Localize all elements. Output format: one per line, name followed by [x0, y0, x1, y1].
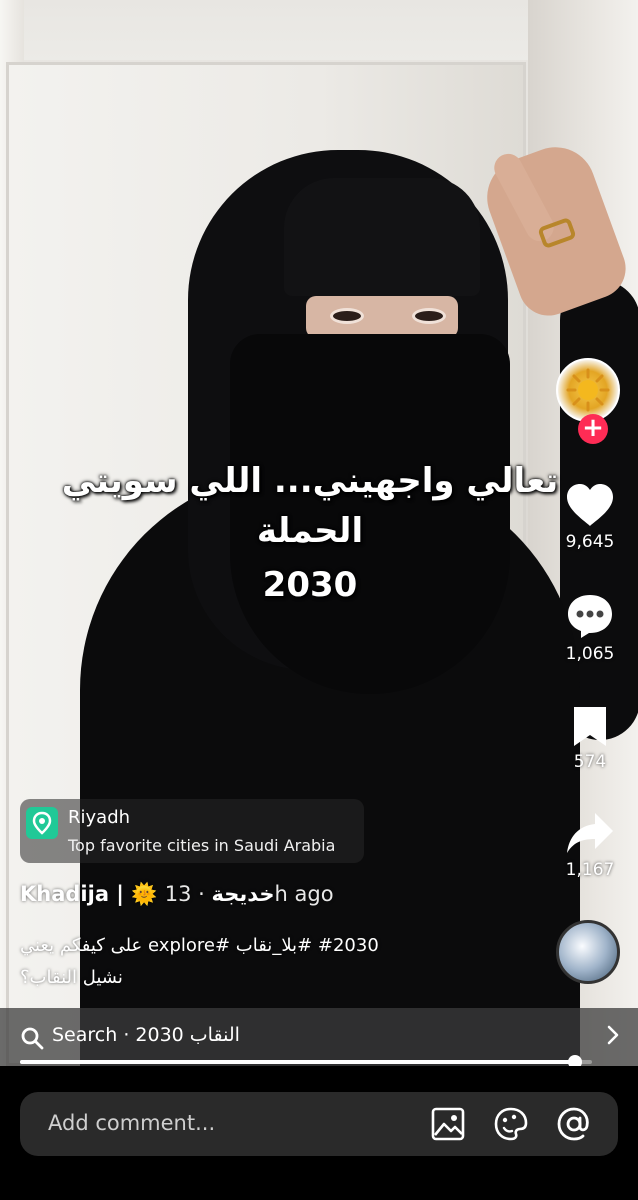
- image-icon[interactable]: [430, 1106, 466, 1142]
- music-disc[interactable]: [556, 920, 620, 984]
- author-name[interactable]: Khadija | 🌞 خديجة: [20, 882, 275, 906]
- caption-line-1: تعالي واجهيني... اللي سويتي الحملة: [61, 461, 559, 551]
- description-line-2: نشيل النقاب؟: [20, 967, 123, 988]
- comment-placeholder: Add comment...: [48, 1111, 216, 1135]
- save-count: 574: [573, 752, 607, 772]
- person-eye: [330, 308, 364, 324]
- chevron-right-icon: [607, 1025, 619, 1045]
- location-city: Riyadh: [68, 807, 131, 828]
- comment-input[interactable]: Add comment...: [20, 1092, 618, 1156]
- search-icon: [21, 1027, 44, 1050]
- video-progress-bar[interactable]: [20, 1055, 592, 1069]
- video-screen: تعالي واجهيني... اللي سويتي الحملة 2030 …: [0, 0, 638, 1200]
- video-caption: تعالي واجهيني... اللي سويتي الحملة 2030: [40, 456, 580, 614]
- like-count: 9,645: [565, 532, 615, 552]
- person-eye: [412, 308, 446, 324]
- location-description: Top favorite cities in Saudi Arabia: [68, 836, 336, 855]
- follow-plus-icon[interactable]: +: [578, 414, 608, 444]
- comment-bar: Add comment...: [0, 1066, 638, 1200]
- location-chip[interactable]: Riyadh Top favorite cities in Saudi Arab…: [20, 799, 364, 863]
- heart-icon: [567, 484, 613, 526]
- comment-icon: [568, 595, 612, 638]
- caption-line-2: 2030: [262, 565, 358, 605]
- mention-icon[interactable]: [556, 1106, 592, 1142]
- comment-count: 1,065: [565, 644, 615, 664]
- share-button[interactable]: 1,167: [552, 810, 628, 880]
- author-line[interactable]: Khadija | 🌞 خديجة · 13h ago: [20, 882, 334, 907]
- comment-button[interactable]: 1,065: [552, 592, 628, 664]
- sun-avatar-icon: [566, 368, 610, 412]
- share-icon: [567, 813, 613, 853]
- location-pin-icon: [26, 807, 58, 839]
- creator-avatar[interactable]: +: [556, 358, 620, 444]
- search-label: Search · 2030 النقاب: [52, 1024, 240, 1046]
- video-description[interactable]: #2030 #بلا_نقاب #explore على كيفكم يعني …: [20, 930, 440, 994]
- description-line-1: #2030 #بلا_نقاب #explore على كيفكم يعني: [20, 935, 379, 956]
- like-button[interactable]: 9,645: [552, 482, 628, 552]
- share-count: 1,167: [565, 860, 615, 880]
- save-button[interactable]: 574: [552, 704, 628, 772]
- bookmark-icon: [574, 707, 606, 746]
- progress-fill: [20, 1060, 575, 1064]
- search-bar[interactable]: Search · 2030 النقاب: [0, 1008, 638, 1066]
- person-cap: [284, 178, 480, 296]
- emoji-icon[interactable]: [493, 1106, 529, 1142]
